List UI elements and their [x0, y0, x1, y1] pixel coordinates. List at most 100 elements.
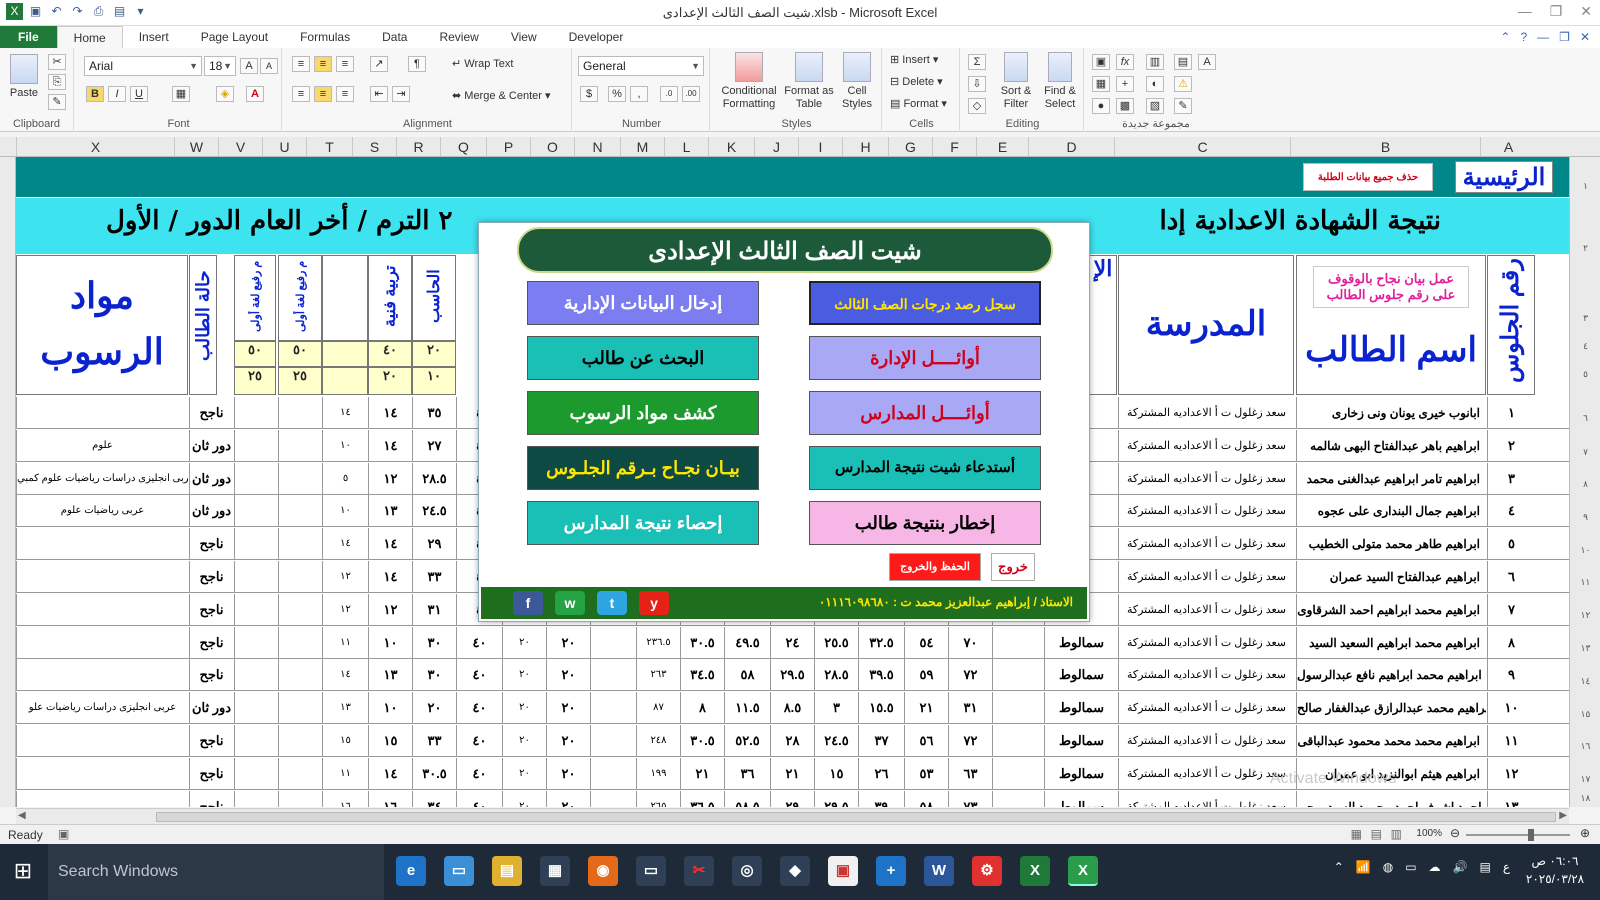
table-row[interactable]: عربى انجليزى دراسات رياضيات علو دور ثان ١٣…	[16, 692, 1569, 725]
file-explorer-icon[interactable]: ▤	[492, 856, 522, 886]
cell-s[interactable]: ١٥	[368, 725, 412, 757]
format-painter-icon[interactable]: ✎	[48, 94, 66, 110]
delete-all-students-button[interactable]: حذف جميع بيانات الطلبة	[1303, 163, 1433, 191]
cell-num[interactable]: ١٣	[1487, 790, 1535, 807]
cell-h[interactable]: ٣٢.٥	[858, 626, 904, 659]
cell-fail[interactable]: عربى رياضيات علوم	[16, 495, 188, 528]
bold-icon[interactable]: B	[86, 86, 104, 102]
cell-status[interactable]: ناجح	[189, 790, 233, 807]
cell-n[interactable]	[590, 757, 636, 790]
col-header-w[interactable]: W	[174, 137, 218, 157]
excel-taskbar-icon[interactable]: X	[1020, 856, 1050, 886]
font-color-icon[interactable]: A	[246, 86, 264, 102]
merge-center-button[interactable]: ⬌ Merge & Center ▾	[452, 90, 551, 103]
cell-o[interactable]: ٢٠	[546, 659, 590, 692]
cell-r[interactable]: ٢٠	[412, 692, 456, 725]
restore-icon[interactable]: ❐	[1550, 3, 1563, 20]
recall-schools-sheet-button[interactable]: أستدعاء شيت نتيجة المدارس	[809, 446, 1041, 490]
cell-i[interactable]: ٢٨.٥	[814, 659, 858, 692]
cell-f[interactable]: ٦٣	[948, 757, 992, 790]
cell-fail[interactable]: عربى انجليزى دراسات رياضيات علوم كمبي	[16, 462, 188, 495]
cell-n[interactable]	[590, 725, 636, 757]
cell-name[interactable]: ابراهيم محمد عبدالرازق عبدالغفار صالح	[1296, 692, 1486, 725]
cell-r[interactable]: ٢٨.٥	[412, 462, 456, 495]
cell-status[interactable]: ناجح	[189, 626, 233, 659]
task-view-icon[interactable]: ▭	[444, 856, 474, 886]
warning-icon[interactable]: ⚠	[1174, 76, 1192, 92]
cut-icon[interactable]: ✂	[48, 54, 66, 70]
macro-icon-10[interactable]: ▧	[1146, 98, 1164, 114]
cell-fail[interactable]	[16, 626, 188, 659]
cell-t[interactable]: ١٢	[322, 561, 368, 593]
tab-view[interactable]: View	[495, 26, 553, 48]
macro-icon-6[interactable]: +	[1116, 76, 1134, 92]
cell-t[interactable]: ١١	[322, 626, 368, 659]
cell-d[interactable]: سمالوط	[1044, 626, 1118, 659]
cell-s[interactable]: ١٦	[368, 790, 412, 807]
cell-t[interactable]: ١٤	[322, 397, 368, 429]
col-header-u[interactable]: U	[262, 137, 306, 157]
chrome-tray-icon[interactable]: ◍	[1383, 860, 1393, 874]
col-header-x[interactable]: X	[16, 137, 174, 157]
cell-name[interactable]: ابراهيم جمال البندارى على عجوه	[1296, 495, 1486, 528]
cell-school[interactable]: سعد زغلول ت أ الاعداديه المشتركة	[1118, 692, 1294, 725]
cell-fail[interactable]	[16, 659, 188, 692]
col-header-j[interactable]: J	[754, 137, 798, 157]
row-number[interactable]: ٥	[1570, 369, 1600, 380]
tab-home[interactable]: Home	[56, 26, 123, 48]
cell-t[interactable]: ١٠	[322, 429, 368, 462]
scroll-thumb[interactable]	[156, 812, 1556, 822]
cell-h[interactable]: ١٥.٥	[858, 692, 904, 725]
cell-n[interactable]	[590, 659, 636, 692]
cell-k[interactable]: ٥٢.٥	[724, 725, 770, 757]
exit-button[interactable]: خروج	[991, 553, 1035, 581]
schools-top-students-button[interactable]: أوائــــل المدارس	[809, 391, 1041, 435]
col-header-i[interactable]: I	[798, 137, 842, 157]
cell-name[interactable]: ابراهيم طاهر محمد متولى الخطيب	[1296, 528, 1486, 561]
telegram-icon[interactable]: t	[597, 591, 627, 615]
italic-icon[interactable]: I	[108, 86, 126, 102]
cell-status[interactable]: دور ثان	[189, 495, 233, 528]
cell-l[interactable]: ٣٠.٥	[680, 725, 724, 757]
clear-icon[interactable]: ◇	[968, 98, 986, 114]
col-header-n[interactable]: N	[574, 137, 620, 157]
cell-num[interactable]: ٩	[1487, 659, 1535, 692]
cell-fail[interactable]	[16, 757, 188, 790]
cell-fail[interactable]	[16, 528, 188, 561]
cell-t[interactable]: ٥	[322, 462, 368, 495]
cell-num[interactable]: ٧	[1487, 593, 1535, 626]
cell-name[interactable]: احمد اشرف احمد محمود السيد يوحير	[1296, 790, 1486, 807]
cell-h[interactable]: ٢٦	[858, 757, 904, 790]
cell-num[interactable]: ٦	[1487, 561, 1535, 593]
cell-q[interactable]: ٤٠	[456, 790, 502, 807]
youtube-icon[interactable]: y	[639, 591, 669, 615]
cell-v[interactable]	[278, 561, 322, 593]
cell-num[interactable]: ٥	[1487, 528, 1535, 561]
row-number[interactable]: ١٧	[1570, 774, 1600, 785]
tab-review[interactable]: Review	[423, 26, 494, 48]
success-statement-button[interactable]: بيـان نجـاح بـرقم الجلـوس	[527, 446, 759, 490]
cell-p[interactable]: ٢٠	[502, 626, 546, 659]
row-number[interactable]: ١٢	[1570, 610, 1600, 621]
align-bottom-icon[interactable]: ≡	[336, 56, 354, 72]
paste-button[interactable]: Paste	[6, 54, 42, 100]
number-format-combo[interactable]: General ▼	[578, 56, 704, 76]
cell-o[interactable]: ٢٠	[546, 725, 590, 757]
macro-icon-2[interactable]: ▥	[1146, 54, 1164, 70]
wb-minimize-icon[interactable]: —	[1537, 30, 1549, 44]
cell-r[interactable]: ٣١	[412, 593, 456, 626]
admin-top-students-button[interactable]: أوائــــل الإدارة	[809, 336, 1041, 380]
macro-icon-11[interactable]: ✎	[1174, 98, 1192, 114]
row-number[interactable]: ٢	[1570, 243, 1600, 254]
notification-icon[interactable]: ▤	[1479, 860, 1490, 874]
cell-w[interactable]	[234, 561, 278, 593]
cell-w[interactable]	[234, 429, 278, 462]
cell-status[interactable]: ناجح	[189, 659, 233, 692]
cell-v[interactable]	[278, 757, 322, 790]
col-header-f[interactable]: F	[932, 137, 976, 157]
cell-h[interactable]: ٣٧	[858, 725, 904, 757]
cell-t[interactable]: ١٠	[322, 495, 368, 528]
scroll-right-icon[interactable]: ▶	[1559, 810, 1567, 821]
row-number[interactable]: ١	[1570, 181, 1600, 192]
macro-icon-9[interactable]: ▩	[1116, 98, 1134, 114]
